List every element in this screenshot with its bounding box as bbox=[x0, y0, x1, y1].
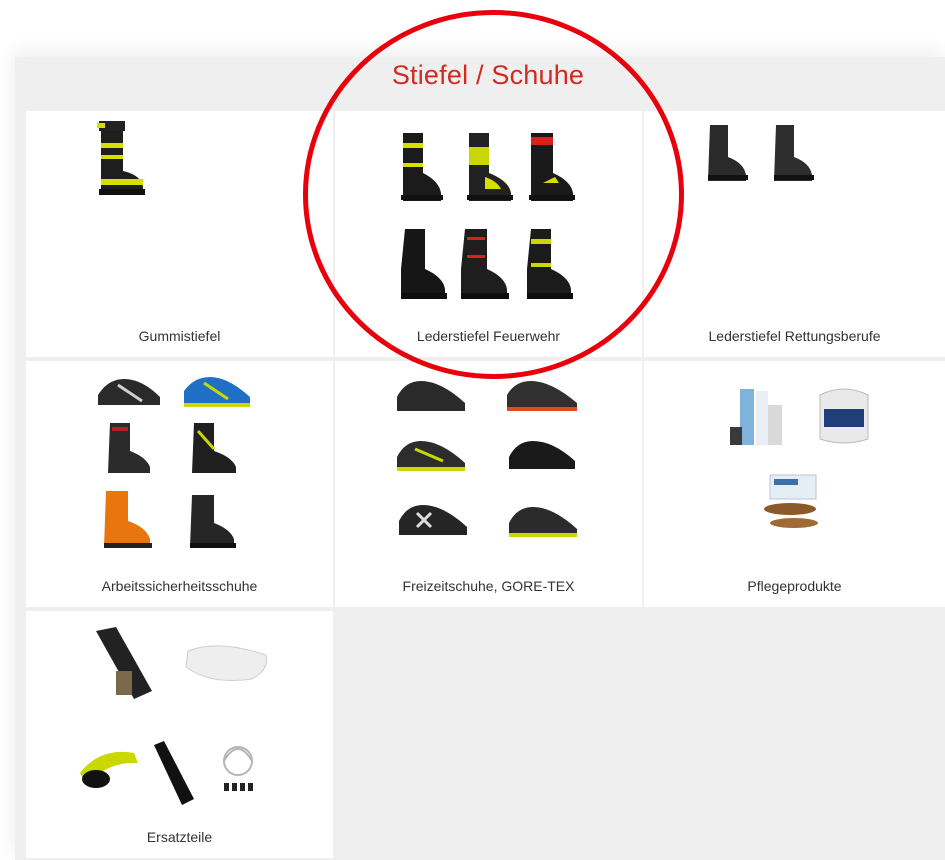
category-label: Ersatzteile bbox=[146, 829, 213, 845]
arbeitssicherheitsschuhe-image bbox=[98, 377, 250, 548]
category-label: Pflegeprodukte bbox=[747, 578, 842, 594]
ersatzteile-image bbox=[80, 627, 268, 805]
lederstiefel-feuerwehr-image bbox=[401, 133, 575, 299]
category-label: Lederstiefel Rettungsberufe bbox=[708, 328, 881, 344]
lederstiefel-rettungsberufe-image bbox=[708, 125, 814, 181]
freizeitschuhe-image bbox=[397, 381, 577, 537]
gummistiefel-image bbox=[97, 121, 145, 195]
category-tile-lederstiefel-feuerwehr[interactable]: Lederstiefel Feuerwehr bbox=[335, 111, 642, 357]
category-label: Lederstiefel Feuerwehr bbox=[416, 328, 561, 344]
category-tile-gummistiefel[interactable]: Gummistiefel bbox=[26, 111, 333, 357]
section-title: Stiefel / Schuhe bbox=[391, 60, 585, 90]
category-tile-arbeitssicherheitsschuhe[interactable]: Arbeitssicherheitsschuhe bbox=[26, 361, 333, 607]
category-tile-ersatzteile[interactable]: Ersatzteile bbox=[26, 611, 333, 858]
category-tile-freizeitschuhe-gore-tex[interactable]: Freizeitschuhe, GORE-TEX bbox=[335, 361, 642, 607]
category-label: Arbeitssicherheitsschuhe bbox=[101, 578, 258, 594]
pflegeprodukte-image bbox=[730, 388, 869, 528]
category-tile-pflegeprodukte[interactable]: Pflegeprodukte bbox=[644, 361, 945, 607]
category-label: Freizeitschuhe, GORE-TEX bbox=[402, 578, 575, 594]
category-tile-lederstiefel-rettungsberufe[interactable]: Lederstiefel Rettungsberufe bbox=[644, 111, 945, 357]
category-label: Gummistiefel bbox=[138, 328, 221, 344]
